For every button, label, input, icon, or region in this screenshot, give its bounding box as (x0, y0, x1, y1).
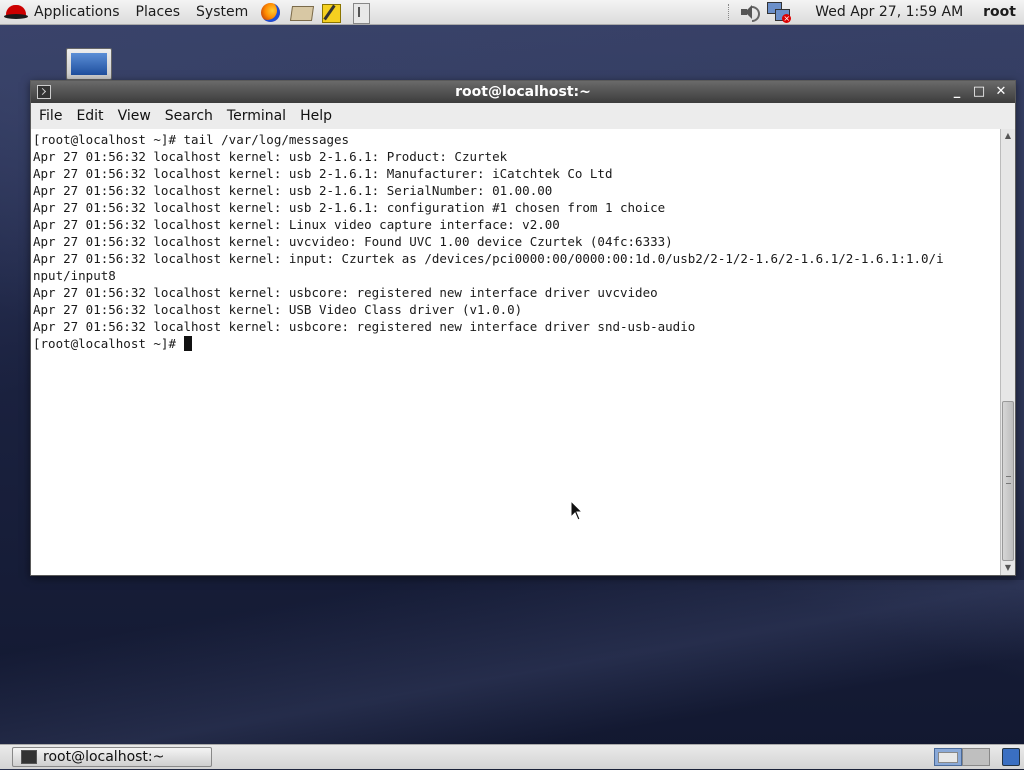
maximize-button[interactable]: □ (969, 82, 989, 102)
desktop-wallpaper-streak (0, 580, 1024, 770)
terminal-line: Apr 27 01:56:32 localhost kernel: USB Vi… (33, 302, 523, 317)
scrollbar-thumb[interactable] (1002, 401, 1014, 561)
terminal-line: Apr 27 01:56:32 localhost kernel: usbcor… (33, 285, 658, 300)
terminal-line: Apr 27 01:56:32 localhost kernel: usb 2-… (33, 166, 613, 181)
terminal-window-icon[interactable] (37, 85, 51, 99)
window-menubar: File Edit View Search Terminal Help (31, 103, 1015, 130)
bottom-panel: root@localhost:~ (0, 744, 1024, 769)
computer-desktop-icon[interactable] (66, 48, 112, 80)
applications-menu-label: Applications (34, 4, 120, 20)
text-editor-launcher-icon[interactable] (320, 2, 342, 23)
terminal-line: Apr 27 01:56:32 localhost kernel: usb 2-… (33, 149, 508, 164)
user-menu[interactable]: root (973, 4, 1024, 20)
terminal-line: Apr 27 01:56:32 localhost kernel: usbcor… (33, 319, 696, 334)
applications-menu[interactable]: Applications (0, 0, 128, 24)
menu-terminal[interactable]: Terminal (221, 108, 292, 124)
close-button[interactable]: ✕ (991, 82, 1011, 102)
network-disconnected-icon[interactable]: × (767, 2, 792, 23)
terminal-window: root@localhost:~ _ □ ✕ File Edit View Se… (30, 80, 1016, 576)
scroll-up-arrow-icon[interactable]: ▲ (1002, 130, 1014, 142)
menu-file[interactable]: File (33, 108, 68, 124)
menu-search[interactable]: Search (159, 108, 219, 124)
firefox-launcher-icon[interactable] (260, 2, 282, 22)
redhat-logo-icon (4, 2, 28, 22)
mouse-pointer-icon (570, 500, 584, 521)
terminal-task-icon (21, 750, 37, 764)
terminal-launcher-icon[interactable] (350, 2, 372, 24)
terminal-cursor (183, 336, 192, 351)
terminal-line: Apr 27 01:56:32 localhost kernel: usb 2-… (33, 183, 553, 198)
terminal-line: Apr 27 01:56:32 localhost kernel: Linux … (33, 217, 560, 232)
window-title: root@localhost:~ (455, 84, 591, 100)
minimize-button[interactable]: _ (947, 82, 967, 102)
window-titlebar[interactable]: root@localhost:~ _ □ ✕ (31, 81, 1015, 103)
menu-view[interactable]: View (112, 108, 157, 124)
system-menu[interactable]: System (188, 0, 256, 24)
taskbar-item-label: root@localhost:~ (43, 749, 165, 765)
clock[interactable]: Wed Apr 27, 1:59 AM (805, 4, 973, 20)
terminal-output[interactable]: [root@localhost ~]# tail /var/log/messag… (31, 129, 1001, 575)
terminal-line: Apr 27 01:56:32 localhost kernel: usb 2-… (33, 200, 666, 215)
mail-launcher-icon[interactable] (290, 2, 315, 22)
system-tray: × Wed Apr 27, 1:59 AM root (720, 0, 1024, 24)
volume-icon[interactable] (739, 3, 761, 22)
terminal-line: [root@localhost ~]# tail /var/log/messag… (33, 132, 350, 147)
places-menu[interactable]: Places (128, 0, 189, 24)
terminal-line: Apr 27 01:56:32 localhost kernel: uvcvid… (33, 234, 673, 249)
taskbar-item-terminal[interactable]: root@localhost:~ (12, 747, 212, 767)
menu-edit[interactable]: Edit (70, 108, 109, 124)
terminal-line: Apr 27 01:56:32 localhost kernel: input:… (33, 251, 944, 266)
scroll-down-arrow-icon[interactable]: ▼ (1002, 562, 1014, 574)
terminal-scrollbar[interactable]: ▲ ▼ (1000, 129, 1015, 575)
trash-icon[interactable] (1002, 748, 1020, 766)
panel-separator (728, 4, 731, 20)
workspace-2[interactable] (962, 748, 990, 766)
terminal-prompt: [root@localhost ~]# (33, 336, 184, 351)
workspace-1[interactable] (934, 748, 962, 766)
top-panel: Applications Places System × Wed Apr 27,… (0, 0, 1024, 25)
menu-help[interactable]: Help (294, 108, 338, 124)
terminal-line: nput/input8 (33, 268, 116, 283)
